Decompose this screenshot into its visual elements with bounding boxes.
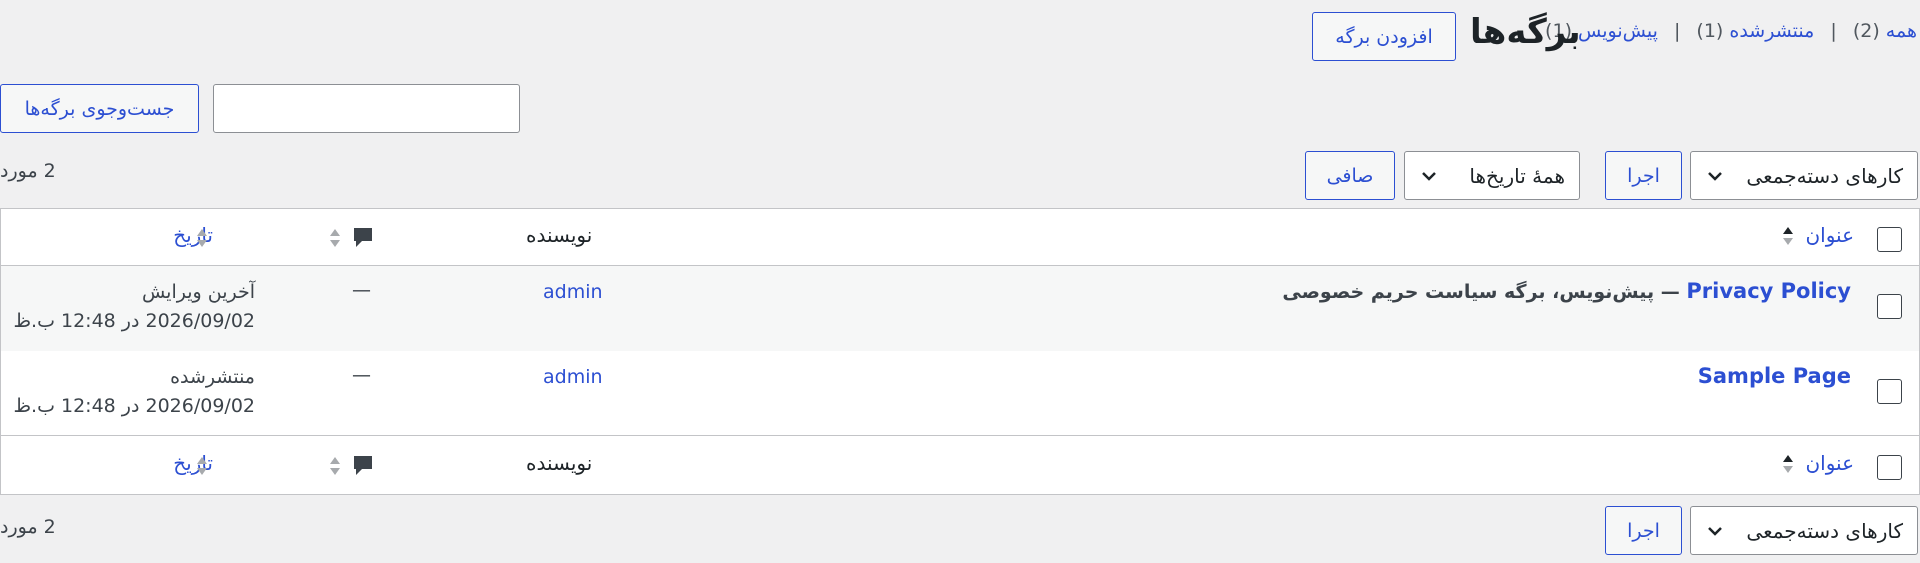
sort-arrows-icon [330, 457, 340, 475]
view-all-count: (2) [1852, 20, 1880, 42]
row-title-link[interactable]: Privacy Policy [1686, 279, 1851, 303]
sort-arrows-icon [330, 229, 340, 247]
view-draft-link[interactable]: پیش‌نویس [1578, 20, 1658, 42]
view-published-link[interactable]: منتشرشده [1729, 20, 1814, 42]
row-title-cell: Sample Page [1698, 364, 1851, 388]
pages-list-screen: همه (2) | منتشرشده (1) | پیش‌نویس (1) بر… [0, 0, 1920, 563]
bulk-actions-select-bottom[interactable]: کارهای دسته‌جمعی [1690, 506, 1918, 555]
row-checkbox[interactable] [1877, 379, 1902, 404]
items-count: 2 مورد [0, 160, 56, 182]
row-title-cell: Privacy Policy — پیش‌نویس، برگه سیاست حر… [1282, 279, 1851, 303]
column-author: نویسنده [526, 223, 593, 247]
view-all-link[interactable]: همه [1886, 20, 1917, 42]
row-date-value: 2026/09/02 در 12:48 ب.ظ [13, 395, 255, 417]
add-new-page-button[interactable]: افزودن برگه [1312, 12, 1456, 61]
chevron-down-icon [1422, 171, 1436, 181]
row-author-link[interactable]: admin [543, 366, 603, 388]
row-date-value: 2026/09/02 در 12:48 ب.ظ [13, 310, 255, 332]
sort-arrows-icon [197, 229, 207, 247]
row-comments: — [352, 364, 371, 386]
table-row: Sample Page admin — منتشرشده 2026/09/02 … [1, 351, 1919, 436]
items-count-bottom: 2 مورد [0, 516, 56, 538]
comment-bubble-icon[interactable] [352, 226, 374, 250]
status-filter-links: همه (2) | منتشرشده (1) | پیش‌نویس (1) [1545, 20, 1917, 42]
apply-bulk-button-bottom[interactable]: اجرا [1605, 506, 1682, 555]
separator: | [1830, 20, 1837, 42]
row-checkbox[interactable] [1877, 294, 1902, 319]
row-title-link[interactable]: Sample Page [1698, 364, 1851, 388]
pages-table: عنوان نویسنده تاریخ Privacy Policy — پیش… [0, 208, 1920, 495]
view-published-count: (1) [1696, 20, 1724, 42]
sort-arrows-icon [1783, 227, 1793, 245]
bulk-actions-select[interactable]: کارهای دسته‌جمعی [1690, 151, 1918, 200]
search-pages-button[interactable]: جست‌وجوی برگه‌ها [0, 84, 199, 133]
row-date-status: آخرین ویرایش [141, 281, 255, 303]
row-date-status: منتشرشده [170, 366, 255, 388]
row-author-link[interactable]: admin [543, 281, 603, 303]
search-input[interactable] [213, 84, 520, 133]
table-header: عنوان نویسنده تاریخ [1, 209, 1919, 266]
column-author: نویسنده [526, 451, 593, 475]
column-title-sort[interactable]: عنوان [1805, 223, 1854, 247]
apply-bulk-button[interactable]: اجرا [1605, 151, 1682, 200]
bulk-actions-value: کارهای دسته‌جمعی [1746, 518, 1903, 543]
chevron-down-icon [1708, 171, 1722, 181]
table-row: Privacy Policy — پیش‌نویس، برگه سیاست حر… [1, 266, 1919, 351]
row-post-state: — پیش‌نویس، برگه سیاست حریم خصوصی [1282, 281, 1687, 303]
date-filter-select[interactable]: همهٔ تاریخ‌ها [1404, 151, 1580, 200]
table-footer: عنوان نویسنده تاریخ [1, 437, 1919, 494]
date-filter-value: همهٔ تاریخ‌ها [1469, 163, 1565, 188]
page-title: برگه‌ها [1470, 12, 1581, 52]
column-title-sort[interactable]: عنوان [1805, 451, 1854, 475]
select-all-checkbox[interactable] [1877, 227, 1902, 252]
select-all-checkbox[interactable] [1877, 455, 1902, 480]
bulk-actions-value: کارهای دسته‌جمعی [1746, 163, 1903, 188]
sort-arrows-icon [1783, 455, 1793, 473]
filter-button[interactable]: صافی [1305, 151, 1395, 200]
row-comments: — [352, 279, 371, 301]
separator: | [1673, 20, 1681, 42]
chevron-down-icon [1708, 526, 1722, 536]
comment-bubble-icon[interactable] [352, 454, 374, 478]
sort-arrows-icon [197, 457, 207, 475]
